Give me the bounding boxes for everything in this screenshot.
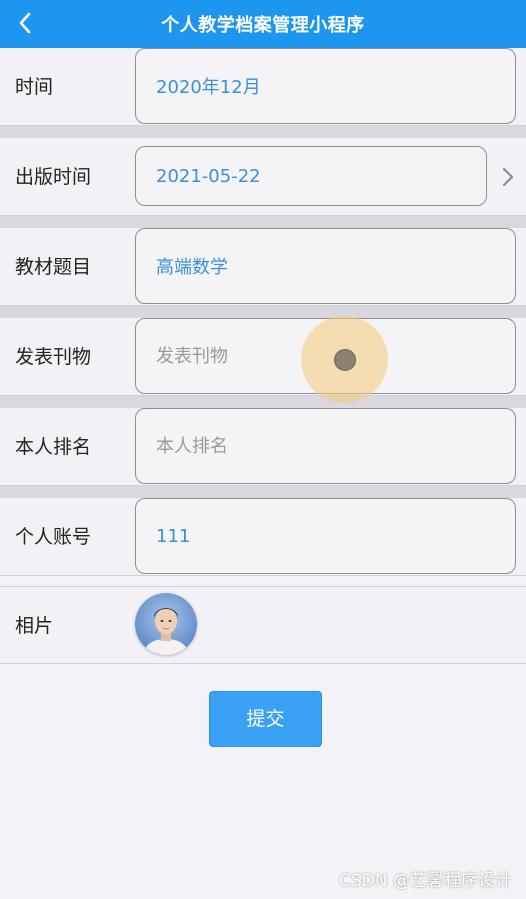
publish-time-picker[interactable] [135,146,487,206]
chevron-left-icon [19,12,31,34]
page: 个人教学档案管理小程序 时间 出版时间 教材题目 发表刊物 本人排名 个人账号 … [0,0,526,899]
avatar[interactable] [135,593,197,655]
row-separator [0,396,526,408]
row-separator [0,306,526,318]
photo-label: 相片 [15,615,54,637]
account-label: 个人账号 [15,526,92,548]
account-input[interactable] [135,498,516,574]
touch-indicator [301,316,388,403]
touch-dot [334,349,356,371]
back-button[interactable] [8,6,42,40]
chevron-right-icon[interactable] [498,165,518,189]
journal-row: 发表刊物 [0,318,526,396]
journal-label: 发表刊物 [15,346,92,368]
row-separator [0,216,526,228]
row-separator [0,486,526,498]
textbook-title-label: 教材题目 [15,256,92,278]
rank-input[interactable] [135,408,516,484]
publish-time-row: 出版时间 [0,138,526,216]
time-row: 时间 [0,48,526,126]
account-row: 个人账号 [0,498,526,576]
textbook-title-input[interactable] [135,228,516,304]
navbar: 个人教学档案管理小程序 [0,0,526,48]
submit-button[interactable]: 提交 [209,691,322,747]
page-title: 个人教学档案管理小程序 [161,15,365,36]
photo-row: 相片 [0,586,526,664]
rank-row: 本人排名 [0,408,526,486]
time-input[interactable] [135,48,516,124]
profile-photo [135,593,197,655]
publish-time-label: 出版时间 [15,166,92,188]
rank-label: 本人排名 [15,436,92,458]
textbook-title-row: 教材题目 [0,228,526,306]
watermark: CSDN @艺馨程序设计 [339,871,512,891]
row-separator [0,126,526,138]
time-label: 时间 [15,76,54,98]
